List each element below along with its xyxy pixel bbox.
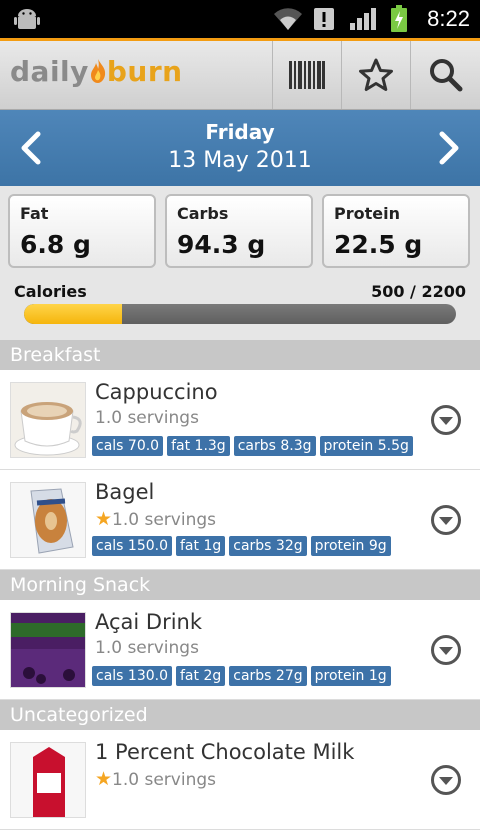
food-servings: 1.0 servings (95, 408, 199, 428)
tag-protein: protein 1g (310, 666, 391, 686)
macro-summary: Fat 6.8 g Carbs 94.3 g Protein 22.5 g Ca… (0, 186, 480, 340)
date-text: 13 May 2011 (168, 148, 312, 173)
food-name: Bagel (95, 480, 155, 504)
chevron-down-icon[interactable] (430, 404, 462, 436)
food-item-cappuccino[interactable]: Cappuccino 1.0 servings cals 70.0 fat 1.… (0, 370, 480, 470)
protein-value: 22.5 g (334, 230, 423, 259)
app-logo: daily burn (10, 55, 183, 88)
nutrition-tags: cals 130.0 fat 2g carbs 27g protein 1g (92, 666, 391, 686)
section-header-uncategorized: Uncategorized (0, 700, 480, 730)
search-button[interactable] (410, 41, 480, 109)
favorite-star-icon: ★ (95, 508, 113, 530)
chevron-down-icon[interactable] (430, 504, 462, 536)
next-day-button[interactable] (428, 128, 468, 168)
tag-calories: cals 150.0 (92, 536, 172, 556)
tag-fat: fat 2g (176, 666, 226, 686)
fat-label: Fat (20, 204, 49, 223)
android-debug-icon (14, 9, 40, 29)
tag-fat: fat 1.3g (167, 436, 230, 456)
tag-fat: fat 1g (176, 536, 226, 556)
food-servings: 1.0 servings (95, 638, 199, 658)
carbs-label: Carbs (177, 204, 229, 223)
protein-label: Protein (334, 204, 400, 223)
food-thumbnail (10, 482, 86, 558)
nutrition-tags: cals 70.0 fat 1.3g carbs 8.3g protein 5.… (92, 436, 413, 456)
status-bar: 8:22 (0, 0, 480, 38)
calories-value: 500 / 2200 (371, 282, 466, 301)
section-header-morning-snack: Morning Snack (0, 570, 480, 600)
acai-drink-image (11, 613, 85, 687)
flame-icon (90, 59, 106, 83)
chevron-down-icon[interactable] (430, 634, 462, 666)
day-name: Friday (205, 120, 275, 144)
barcode-scan-button[interactable] (272, 41, 340, 109)
tag-carbs: carbs 32g (229, 536, 307, 556)
favorite-star-icon: ★ (95, 768, 113, 790)
star-icon (358, 58, 393, 91)
food-servings: ★1.0 servings (95, 768, 216, 790)
tag-protein: protein 9g (310, 536, 391, 556)
food-thumbnail (10, 382, 86, 458)
search-icon (429, 59, 462, 92)
food-name: Cappuccino (95, 380, 218, 404)
food-thumbnail (10, 742, 86, 818)
food-item-acai-drink[interactable]: Açai Drink 1.0 servings cals 130.0 fat 2… (0, 600, 480, 700)
food-thumbnail (10, 612, 86, 688)
coffee-cup-image (11, 383, 85, 457)
carbs-summary: Carbs 94.3 g (165, 194, 313, 268)
date-navigator: Friday 13 May 2011 (0, 110, 480, 186)
fat-value: 6.8 g (20, 230, 91, 259)
protein-summary: Protein 22.5 g (322, 194, 470, 268)
alert-icon (314, 8, 334, 30)
tag-carbs: carbs 27g (229, 666, 307, 686)
carbs-value: 94.3 g (177, 230, 266, 259)
tag-calories: cals 70.0 (92, 436, 164, 456)
bagel-image (11, 483, 85, 557)
food-name: Açai Drink (95, 610, 203, 634)
tag-calories: cals 130.0 (92, 666, 172, 686)
tag-protein: protein 5.5g (319, 436, 413, 456)
battery-charging-icon (391, 5, 407, 32)
calories-label: Calories (14, 282, 87, 301)
section-header-breakfast: Breakfast (0, 340, 480, 370)
barcode-icon (288, 61, 325, 89)
favorites-button[interactable] (341, 41, 409, 109)
tag-carbs: carbs 8.3g (233, 436, 316, 456)
calories-progress-fill (24, 304, 123, 324)
nutrition-tags: cals 150.0 fat 1g carbs 32g protein 9g (92, 536, 391, 556)
fat-summary: Fat 6.8 g (8, 194, 156, 268)
chevron-down-icon[interactable] (430, 764, 462, 796)
signal-icon (350, 8, 376, 30)
food-servings: ★1.0 servings (95, 508, 216, 530)
food-item-chocolate-milk[interactable]: 1 Percent Chocolate Milk ★1.0 servings (0, 730, 480, 830)
food-name: 1 Percent Chocolate Milk (95, 740, 355, 764)
wifi-icon (274, 8, 302, 30)
food-item-bagel[interactable]: Bagel ★1.0 servings cals 150.0 fat 1g ca… (0, 470, 480, 570)
app-header: daily burn (0, 38, 480, 110)
calories-progress-bar (24, 304, 456, 324)
status-time: 8:22 (427, 6, 470, 31)
milk-carton-image (11, 743, 85, 817)
